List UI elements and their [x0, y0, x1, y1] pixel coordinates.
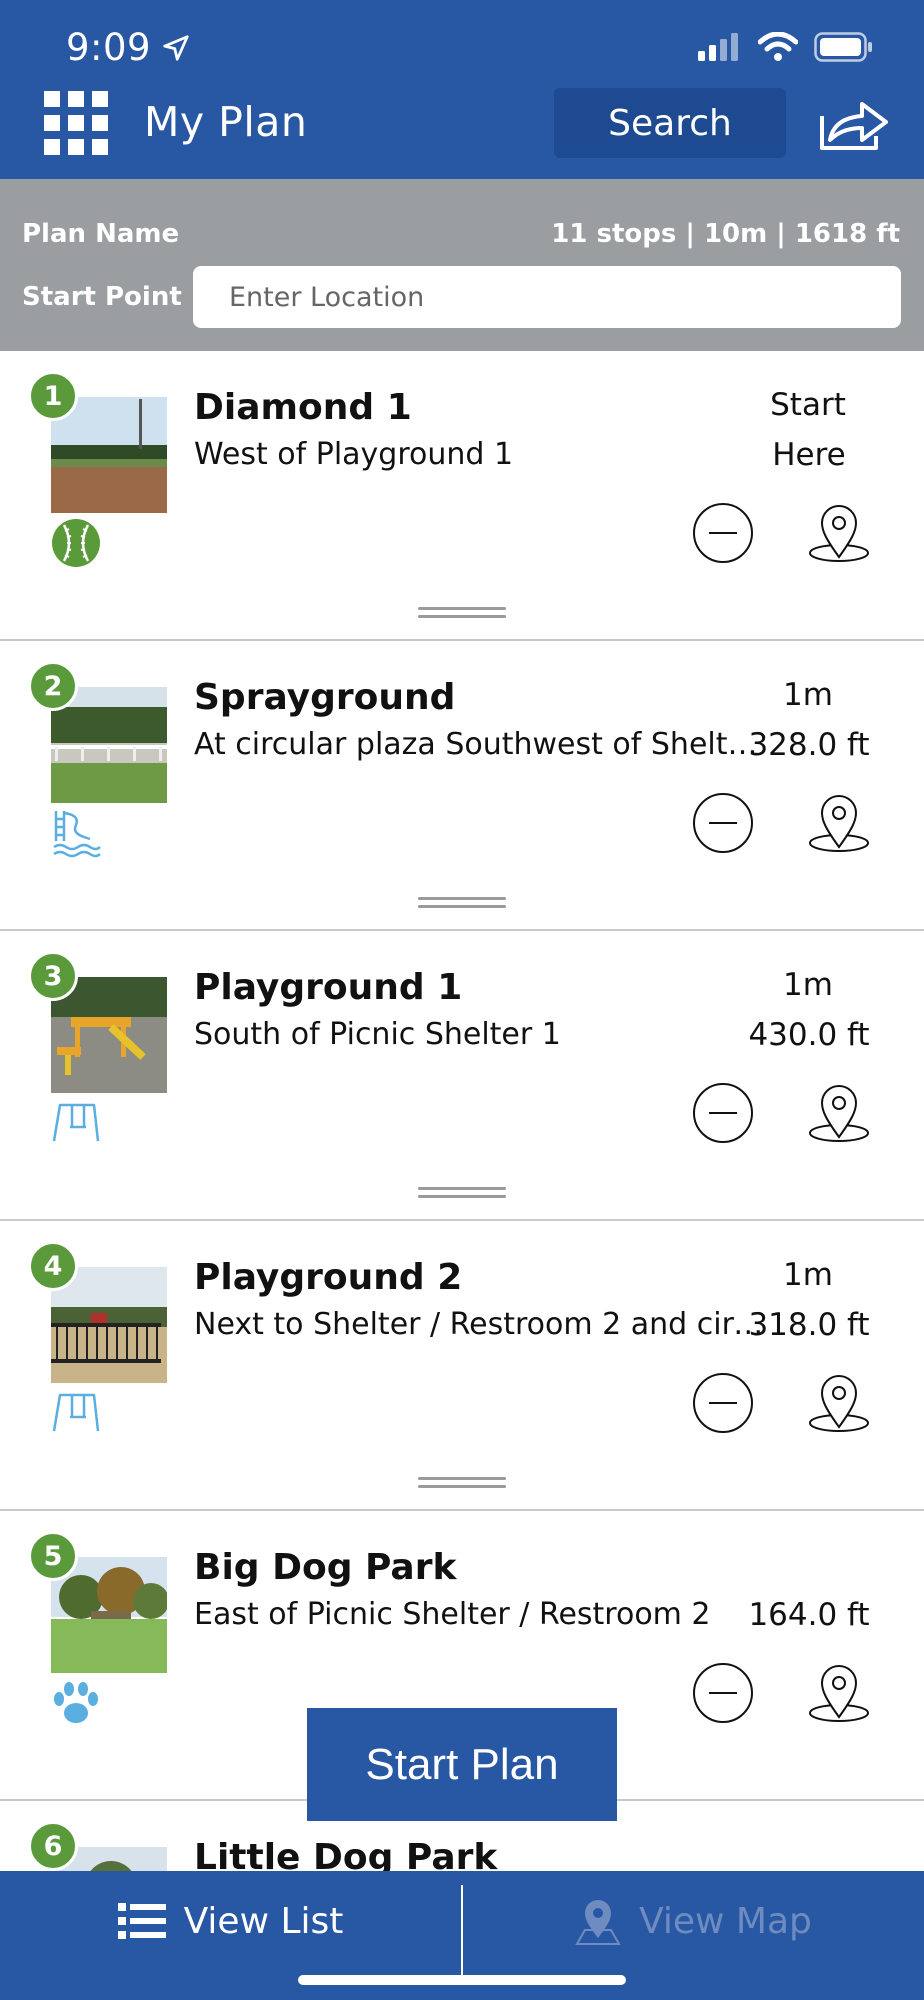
stop-description: West of Playground 1: [194, 437, 514, 472]
page-title: My Plan: [144, 98, 308, 146]
stop-item[interactable]: 2 Sprayground At circular plaza Southwes…: [0, 641, 924, 931]
stop-name: Playground 1: [194, 967, 463, 1008]
start-plan-button[interactable]: Start Plan: [307, 1708, 617, 1821]
plan-stats: 11 stops | 10m | 1618 ft: [551, 219, 900, 249]
remove-stop-button[interactable]: [692, 1082, 754, 1144]
drag-handle[interactable]: [418, 897, 506, 911]
stop-item[interactable]: 4 Playground 2 Next to Shelter / Restroo…: [0, 1221, 924, 1511]
stop-name: Big Dog Park: [194, 1547, 457, 1588]
stop-time: Start: [770, 387, 846, 423]
wifi-icon: [758, 32, 798, 61]
stop-time: 1m: [783, 1257, 833, 1293]
stop-name: Diamond 1: [194, 387, 412, 428]
baseball-icon: [52, 519, 100, 567]
stop-number-badge: 6: [28, 1821, 78, 1871]
stop-distance: Here: [772, 437, 846, 473]
remove-stop-button[interactable]: [692, 502, 754, 564]
list-icon: [117, 1903, 166, 1939]
stop-description: South of Picnic Shelter 1: [194, 1017, 561, 1052]
stop-name: Sprayground: [194, 677, 456, 718]
tab-view-map-label: View Map: [639, 1900, 812, 1942]
stop-item[interactable]: 1 Diamond 1 West of Playground 1 Start H…: [0, 351, 924, 641]
stop-list: 1 Diamond 1 West of Playground 1 Start H…: [0, 351, 924, 1963]
stop-number-badge: 4: [28, 1241, 78, 1291]
stop-item[interactable]: 3 Playground 1 South of Picnic Shelter 1…: [0, 931, 924, 1221]
map-pin-icon[interactable]: [806, 1659, 872, 1725]
map-pin-icon[interactable]: [806, 789, 872, 855]
stop-number-badge: 5: [28, 1531, 78, 1581]
plan-info-bar: Plan Name 11 stops | 10m | 1618 ft Start…: [0, 179, 924, 351]
map-marker-icon: [575, 1900, 621, 1945]
remove-stop-button[interactable]: [692, 1662, 754, 1724]
paw-icon: [54, 1682, 98, 1723]
app-header: 9:09 My Plan Search: [0, 0, 924, 179]
start-point-label: Start Point: [22, 282, 182, 312]
stop-distance: 430.0 ft: [748, 1017, 870, 1053]
drag-handle[interactable]: [418, 1477, 506, 1491]
bottom-tab-bar: View List View Map: [0, 1871, 924, 2000]
status-indicators: [698, 32, 874, 62]
map-pin-icon[interactable]: [806, 1369, 872, 1435]
stop-distance: 164.0 ft: [748, 1597, 870, 1633]
app-grid-icon[interactable]: [44, 91, 108, 155]
map-pin-icon[interactable]: [806, 1079, 872, 1145]
stop-number-badge: 1: [28, 371, 78, 421]
stop-number-badge: 2: [28, 661, 78, 711]
start-location-input[interactable]: [193, 266, 901, 328]
swing-icon: [52, 1103, 100, 1142]
stop-time: 1m: [783, 967, 833, 1003]
stop-distance: 318.0 ft: [748, 1307, 870, 1343]
stop-description: At circular plaza Southwest of Shelter /…: [194, 727, 764, 762]
swing-icon: [52, 1393, 100, 1432]
remove-stop-button[interactable]: [692, 1372, 754, 1434]
map-pin-icon[interactable]: [806, 499, 872, 565]
stop-time: 1m: [783, 677, 833, 713]
remove-stop-button[interactable]: [692, 792, 754, 854]
stop-name: Playground 2: [194, 1257, 463, 1298]
location-arrow-icon: [163, 34, 189, 61]
plan-name-label: Plan Name: [22, 219, 180, 249]
drag-handle[interactable]: [418, 607, 506, 621]
stop-description: East of Picnic Shelter / Restroom 2: [194, 1597, 711, 1632]
status-time-text: 9:09: [66, 26, 152, 69]
drag-handle[interactable]: [418, 1187, 506, 1201]
home-indicator[interactable]: [298, 1975, 626, 1985]
search-button[interactable]: Search: [554, 88, 786, 158]
stop-number-badge: 3: [28, 951, 78, 1001]
tab-view-list-label: View List: [183, 1900, 344, 1942]
stop-distance: 328.0 ft: [748, 727, 870, 763]
status-time: 9:09: [66, 26, 191, 69]
cellular-signal-icon: [698, 33, 738, 61]
share-icon[interactable]: [818, 96, 890, 152]
tab-view-map[interactable]: View Map: [463, 1871, 924, 1971]
stop-description: Next to Shelter / Restroom 2 and circula…: [194, 1307, 764, 1342]
battery-icon: [814, 32, 872, 62]
tab-view-list[interactable]: View List: [0, 1871, 461, 1971]
water-slide-icon: [53, 811, 101, 858]
